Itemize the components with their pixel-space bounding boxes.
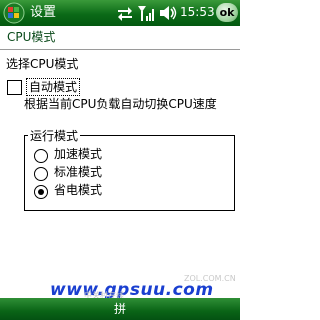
auto-mode-label[interactable]: 自动模式 — [26, 78, 81, 96]
clock[interactable]: 15:53 — [180, 5, 215, 20]
header-divider — [0, 49, 240, 50]
page-title: CPU模式 — [7, 30, 56, 44]
volume-icon[interactable] — [158, 3, 178, 23]
watermark-url: www.gpsuu.com — [50, 280, 214, 300]
radio-selected-dot — [38, 189, 44, 195]
sync-icon[interactable] — [116, 3, 134, 23]
ok-button[interactable]: ok — [216, 3, 238, 22]
radio-boost-mode[interactable] — [34, 149, 48, 163]
title-bar: 设置 15:53 ok — [0, 0, 240, 26]
radio-standard-mode[interactable] — [34, 167, 48, 181]
auto-mode-description: 根据当前CPU负载自动切换CPU速度 — [24, 97, 217, 111]
page-header: CPU模式 — [0, 26, 240, 50]
section-label: 选择CPU模式 — [6, 57, 79, 71]
window-title: 设置 — [30, 5, 57, 20]
auto-mode-checkbox[interactable] — [7, 80, 22, 95]
signal-icon[interactable] — [136, 3, 156, 23]
windows-start-icon[interactable] — [3, 2, 25, 24]
run-mode-group-title: 运行模式 — [28, 129, 81, 143]
radio-power-save-mode-label[interactable]: 省电模式 — [54, 183, 102, 198]
input-method-button[interactable]: 拼 — [105, 300, 135, 318]
radio-power-save-mode[interactable] — [34, 185, 48, 199]
radio-boost-mode-label[interactable]: 加速模式 — [54, 147, 102, 162]
radio-standard-mode-label[interactable]: 标准模式 — [54, 165, 102, 180]
